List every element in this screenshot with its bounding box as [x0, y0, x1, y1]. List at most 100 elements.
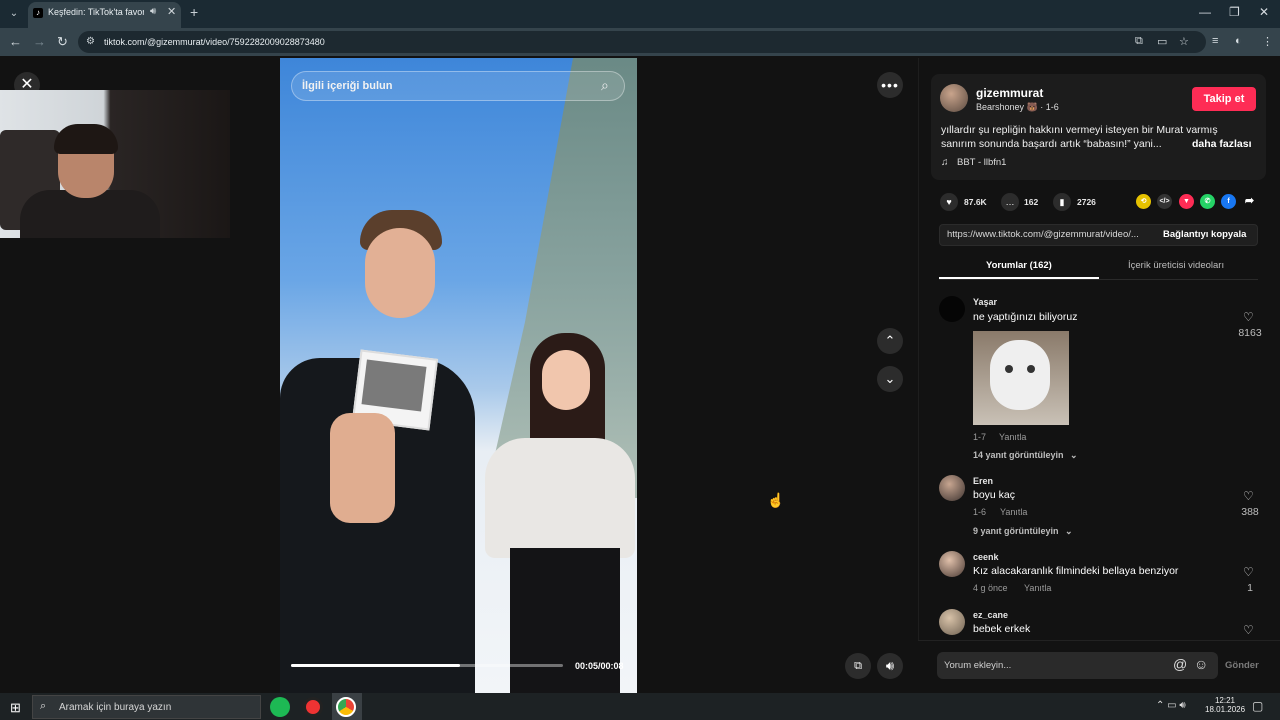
- follow-button[interactable]: Takip et: [1192, 87, 1256, 111]
- next-video-button[interactable]: ⌄: [877, 366, 903, 392]
- mouse-cursor-icon: ☝: [767, 492, 785, 508]
- video-time: 00:05/00:08: [575, 661, 624, 671]
- sticker-dog-eye: [1005, 365, 1013, 373]
- window-close-icon[interactable]: ✕: [1259, 5, 1269, 19]
- more-options-button[interactable]: •••: [877, 72, 903, 98]
- comment-like-count: 388: [1241, 506, 1259, 518]
- reply-button[interactable]: Yanıtla: [999, 432, 1026, 442]
- comment-text: bebek erkek: [973, 623, 1031, 635]
- video-progress-fill: [291, 664, 460, 667]
- send-to-friends-icon[interactable]: ▼: [1179, 194, 1194, 209]
- comment-username[interactable]: Eren: [973, 476, 993, 486]
- minimize-icon[interactable]: —: [1199, 5, 1211, 19]
- windows-start-icon[interactable]: ⊞: [10, 700, 21, 716]
- video-player[interactable]: [280, 58, 637, 693]
- forward-icon[interactable]: →: [33, 34, 46, 49]
- comment-like-icon[interactable]: ♡: [1243, 623, 1254, 637]
- tab-audio-icon[interactable]: 🔊︎: [150, 6, 156, 17]
- author-username[interactable]: gizemmurat: [976, 86, 1043, 100]
- search-icon: ⌕: [40, 700, 47, 712]
- tab-comments[interactable]: Yorumlar (162): [986, 260, 1052, 271]
- clock-time: 12:21: [1214, 696, 1236, 705]
- back-icon[interactable]: ←: [9, 34, 22, 49]
- comment-icon[interactable]: …: [1001, 193, 1019, 211]
- save-count: 2726: [1077, 197, 1096, 207]
- view-replies-link[interactable]: 9 yanıt görüntüleyin: [973, 526, 1059, 536]
- repost-icon[interactable]: ⟲: [1136, 194, 1151, 209]
- comment-like-icon[interactable]: ♡: [1243, 489, 1254, 503]
- cast-icon[interactable]: ▭: [1157, 35, 1167, 48]
- avatar[interactable]: [939, 551, 965, 577]
- search-icon[interactable]: ⌕: [601, 77, 609, 94]
- whatsapp-icon[interactable]: ✆: [1200, 194, 1215, 209]
- like-heart-icon[interactable]: ♥: [940, 193, 958, 211]
- music-title[interactable]: BBT - llbfn1: [957, 157, 1006, 168]
- comment-text: ne yaptığınızı biliyoruz: [973, 311, 1078, 323]
- chevron-down-icon: ⌄: [1070, 450, 1078, 460]
- avatar[interactable]: [939, 475, 965, 501]
- video-man-face: [365, 228, 435, 318]
- comment-username[interactable]: Yaşar: [973, 297, 997, 307]
- menu-dots-icon[interactable]: ⋮: [1262, 35, 1273, 48]
- related-search-placeholder: İlgili içeriği bulun: [302, 80, 393, 92]
- comment-date: 4 g önce: [973, 583, 1008, 593]
- url-text[interactable]: tiktok.com/@gizemmurat/video/75922820090…: [104, 37, 325, 47]
- bookmark-star-icon[interactable]: ☆: [1179, 35, 1189, 48]
- comment-date: 1-6: [973, 507, 987, 517]
- comment-like-count: 1: [1247, 582, 1253, 594]
- comment-username[interactable]: ceenk: [973, 552, 999, 562]
- tab-active-indicator: [939, 277, 1099, 279]
- tab-divider: [939, 279, 1258, 280]
- profile-icon[interactable]: ◐: [1235, 35, 1242, 47]
- taskbar-clock[interactable]: 12:21 18.01.2026: [1205, 696, 1245, 714]
- mention-icon[interactable]: @: [1173, 656, 1187, 672]
- sticker-dog-face: [990, 340, 1050, 410]
- webcam-overlay: [0, 90, 230, 238]
- comment-input-placeholder: Yorum ekleyin...: [944, 660, 1012, 671]
- new-tab-icon[interactable]: +: [190, 4, 198, 20]
- recorder-app-icon[interactable]: [303, 697, 323, 717]
- comment-username[interactable]: ez_cane: [973, 610, 1008, 620]
- author-subtitle: Bearshoney 🐻 · 1-6: [976, 102, 1059, 112]
- comment-text: Kız alacakaranlık filmindeki bellaya ben…: [973, 565, 1179, 577]
- embed-icon[interactable]: </>: [1157, 194, 1172, 209]
- emoji-icon[interactable]: ☺: [1194, 656, 1208, 672]
- webcam-person-hair: [54, 124, 118, 154]
- mini-player-icon[interactable]: ⧉: [845, 653, 871, 679]
- comment-count: 162: [1024, 197, 1039, 207]
- chrome-icon[interactable]: [336, 697, 356, 717]
- media-controls-icon[interactable]: ≡: [1212, 35, 1218, 47]
- notification-icon[interactable]: ▢: [1252, 699, 1263, 713]
- spotify-icon[interactable]: [270, 697, 290, 717]
- comment-text: boyu kaç: [973, 489, 1016, 501]
- see-more-link[interactable]: daha fazlası: [1192, 138, 1252, 150]
- send-comment-button[interactable]: Gönder: [1225, 660, 1259, 671]
- like-count: 87.6K: [964, 197, 987, 207]
- view-replies-link[interactable]: 14 yanıt görüntüleyin: [973, 450, 1064, 460]
- avatar[interactable]: [939, 296, 965, 322]
- video-woman-face: [542, 350, 590, 410]
- author-avatar[interactable]: [940, 84, 968, 112]
- avatar[interactable]: [939, 609, 965, 635]
- facebook-icon[interactable]: f: [1221, 194, 1236, 209]
- reply-button[interactable]: Yanıtla: [1000, 507, 1027, 517]
- tab-title: Keşfedin: TikTok'ta favori vi: [48, 7, 144, 17]
- video-woman-pants: [510, 548, 620, 693]
- tab-creator-videos[interactable]: İçerik üreticisi videoları: [1128, 260, 1224, 271]
- system-tray-icons[interactable]: ⌃ ▭ 🔊︎: [1156, 700, 1186, 711]
- tab-search-chevron-icon[interactable]: ⌄: [6, 6, 22, 22]
- site-info-icon[interactable]: ⚙: [86, 36, 95, 47]
- restore-icon[interactable]: ❐: [1229, 5, 1240, 19]
- copy-link-button[interactable]: Bağlantıyı kopyala: [1163, 229, 1246, 240]
- translate-icon[interactable]: ⧉: [1135, 35, 1143, 48]
- previous-video-button[interactable]: ⌃: [877, 328, 903, 354]
- volume-icon[interactable]: 🔊︎: [877, 653, 903, 679]
- comment-like-icon[interactable]: ♡: [1243, 310, 1254, 324]
- share-arrow-icon[interactable]: ➦: [1242, 194, 1257, 209]
- reload-icon[interactable]: ↻: [57, 34, 68, 50]
- comment-like-icon[interactable]: ♡: [1243, 565, 1254, 579]
- music-note-icon: ♫: [941, 157, 949, 168]
- tab-close-icon[interactable]: ✕: [167, 5, 176, 18]
- reply-button[interactable]: Yanıtla: [1024, 583, 1051, 593]
- bookmark-icon[interactable]: ▮: [1053, 193, 1071, 211]
